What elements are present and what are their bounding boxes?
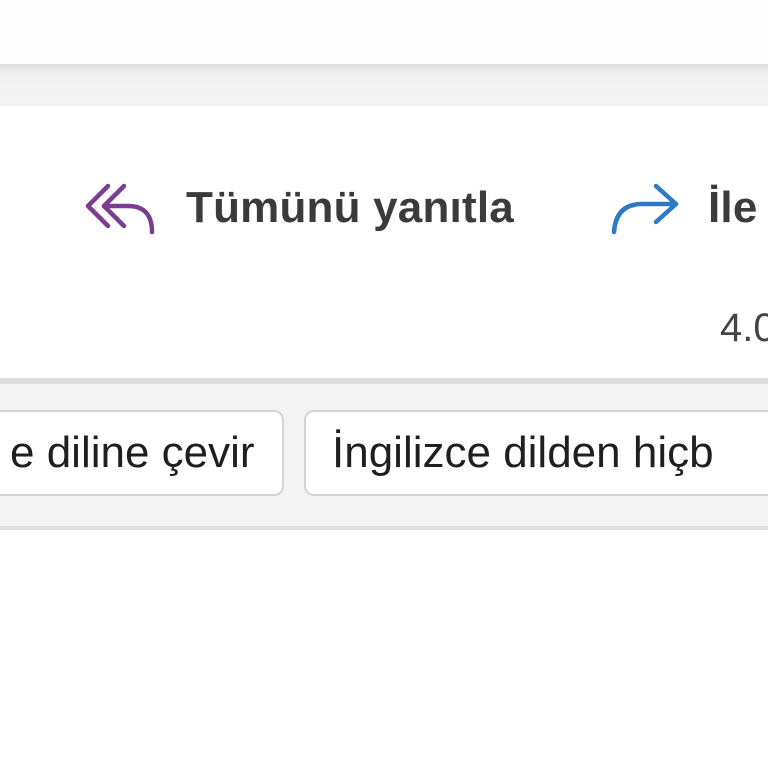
forward-label: İle (708, 183, 758, 232)
reply-all-label: Tümünü yanıtla (186, 183, 514, 232)
reply-all-icon (82, 178, 158, 238)
never-translate-button[interactable]: İngilizce dilden hiçb (304, 410, 768, 496)
header-divider (0, 64, 768, 106)
forward-icon (608, 178, 684, 238)
translate-button[interactable]: e diline çevir (0, 410, 284, 496)
header-area (0, 0, 768, 64)
forward-button[interactable]: İle (608, 176, 758, 240)
message-body (0, 530, 768, 768)
never-translate-button-label: İngilizce dilden hiçb (332, 428, 714, 477)
message-size-text: 4.0 (720, 306, 768, 350)
translate-button-label: e diline çevir (10, 428, 255, 477)
reply-all-button[interactable]: Tümünü yanıtla (82, 176, 514, 240)
mail-reading-pane: a Tümünü yanıtla İle 4.0 e diline çevir … (0, 0, 768, 768)
message-action-toolbar (0, 106, 768, 380)
